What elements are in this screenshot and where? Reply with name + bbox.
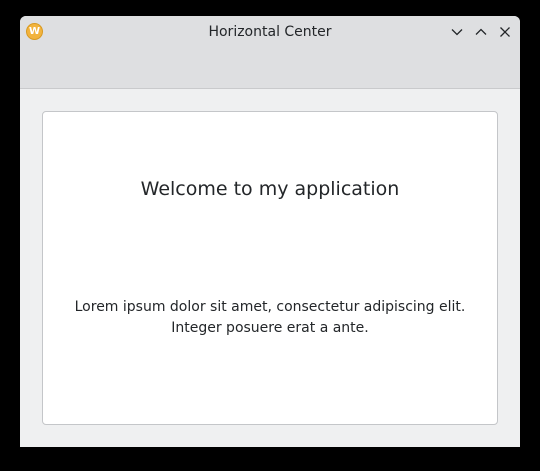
welcome-heading: Welcome to my application (140, 178, 400, 200)
content-card: Welcome to my application Lorem ipsum do… (42, 111, 498, 425)
body-line-1: Lorem ipsum dolor sit amet, consectetur … (74, 299, 466, 315)
close-icon (500, 27, 510, 37)
app-window: W Horizontal Center Welcome to my applic… (20, 16, 520, 447)
window-content: Welcome to my application Lorem ipsum do… (20, 89, 520, 447)
body-line-2: Integer posuere erat a ante. (171, 320, 369, 336)
chevron-down-icon (451, 29, 463, 36)
body-paragraph: Lorem ipsum dolor sit amet, consectetur … (43, 297, 497, 339)
title-bar[interactable]: W Horizontal Center (20, 16, 520, 89)
close-button[interactable] (496, 23, 514, 41)
maximize-button[interactable] (472, 23, 490, 41)
minimize-button[interactable] (448, 23, 466, 41)
window-title: Horizontal Center (208, 24, 332, 40)
chevron-up-icon (475, 28, 487, 35)
